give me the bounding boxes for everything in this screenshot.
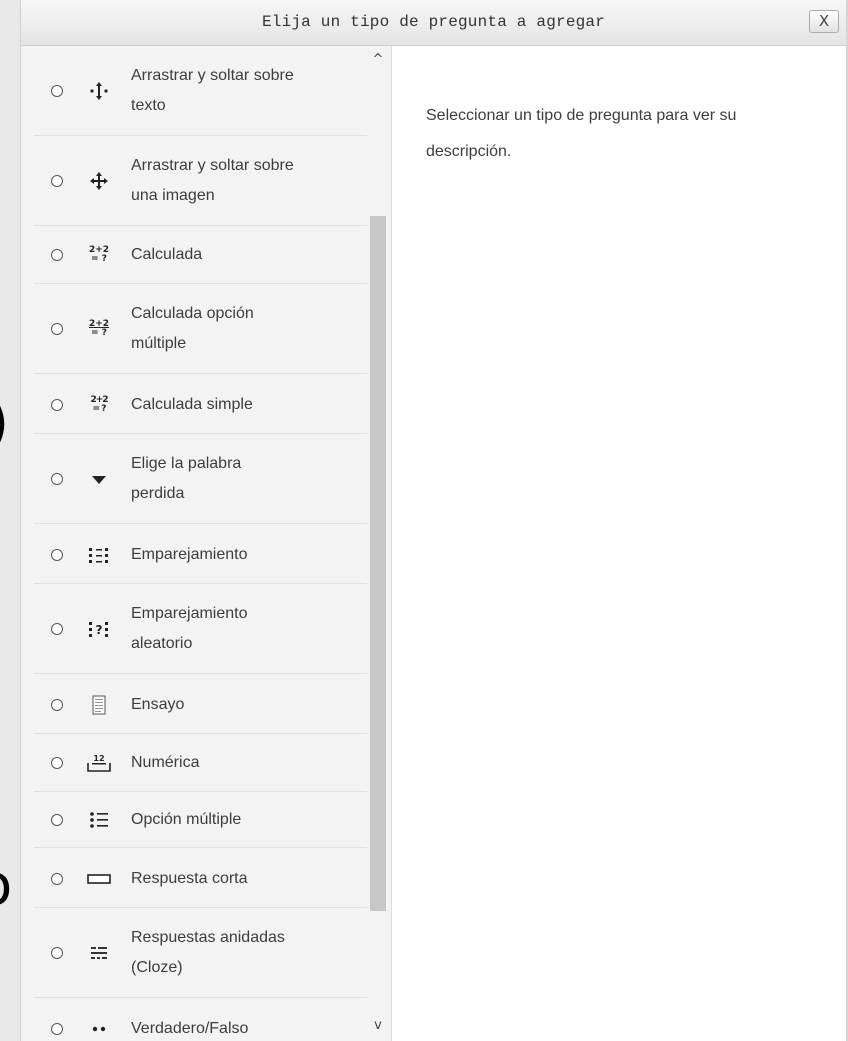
radio-button[interactable] bbox=[51, 699, 63, 711]
option-label: Elige la palabra perdida bbox=[131, 455, 242, 502]
question-type-option[interactable]: Ensayo bbox=[34, 674, 367, 734]
question-type-option[interactable]: Elige la palabra perdida bbox=[34, 434, 367, 524]
option-label: Respuesta corta bbox=[131, 870, 248, 887]
random-matching-icon: ? bbox=[86, 618, 112, 640]
question-type-option[interactable]: Arrastrar y soltar sobre una imagen bbox=[34, 136, 367, 226]
drag-drop-image-icon bbox=[86, 170, 112, 192]
drag-drop-text-icon bbox=[86, 80, 112, 102]
cloze-icon bbox=[86, 942, 112, 964]
close-button[interactable]: X bbox=[809, 10, 839, 33]
calculated-multichoice-icon: 2+2 = ? bbox=[88, 319, 110, 338]
question-type-option[interactable]: Opción múltiple bbox=[34, 792, 367, 848]
radio-button[interactable] bbox=[51, 873, 63, 885]
question-type-option[interactable]: ? Emparejamiento aleatorio bbox=[34, 584, 367, 674]
question-type-option[interactable]: Respuestas anidadas (Cloze) bbox=[34, 908, 367, 998]
option-label: Calculada simple bbox=[131, 396, 253, 413]
radio-button[interactable] bbox=[51, 757, 63, 769]
option-label: Arrastrar y soltar sobre una imagen bbox=[131, 157, 294, 204]
radio-button[interactable] bbox=[51, 85, 63, 97]
question-type-option[interactable]: 2+2 = ? Calculada bbox=[34, 226, 367, 284]
option-label: Ensayo bbox=[131, 696, 185, 713]
list-scrollbar[interactable]: ^ v bbox=[367, 46, 389, 1041]
scroll-down-arrow-icon[interactable]: v bbox=[367, 1011, 389, 1041]
option-label: Calculada bbox=[131, 246, 203, 263]
scroll-up-arrow-icon[interactable]: ^ bbox=[367, 46, 389, 76]
description-text: Seleccionar un tipo de pregunta para ver… bbox=[426, 107, 737, 160]
option-label: Calculada opción múltiple bbox=[131, 305, 254, 352]
true-false-icon bbox=[86, 1018, 112, 1040]
background-text-fragment: o bbox=[0, 858, 12, 914]
question-type-option[interactable]: Arrastrar y soltar sobre texto bbox=[34, 46, 367, 136]
question-type-option[interactable]: Emparejamiento bbox=[34, 524, 367, 584]
dialog-titlebar: Elija un tipo de pregunta a agregar X bbox=[21, 0, 846, 46]
matching-icon bbox=[86, 544, 112, 566]
question-type-chooser-dialog: Elija un tipo de pregunta a agregar X Ar… bbox=[20, 0, 846, 1041]
option-label: Respuestas anidadas (Cloze) bbox=[131, 929, 285, 976]
question-type-list: Arrastrar y soltar sobre texto Arrastrar … bbox=[21, 46, 392, 1041]
description-pane: Seleccionar un tipo de pregunta para ver… bbox=[393, 46, 846, 1041]
dialog-title: Elija un tipo de pregunta a agregar bbox=[261, 13, 606, 31]
radio-button[interactable] bbox=[51, 399, 63, 411]
scrollbar-thumb[interactable] bbox=[370, 216, 386, 911]
option-label: Arrastrar y soltar sobre texto bbox=[131, 67, 294, 114]
radio-button[interactable] bbox=[51, 175, 63, 187]
svg-text:?: ? bbox=[96, 623, 103, 637]
multichoice-icon bbox=[86, 809, 112, 831]
background-text-fragment: ) bbox=[0, 393, 9, 453]
radio-button[interactable] bbox=[51, 249, 63, 261]
radio-button[interactable] bbox=[51, 947, 63, 959]
question-type-option[interactable]: 2+2 = ? Calculada opción múltiple bbox=[34, 284, 367, 374]
option-label: Verdadero/Falso bbox=[131, 1020, 249, 1037]
short-answer-icon bbox=[86, 868, 112, 890]
question-type-option[interactable]: 2+2 = ? Calculada simple bbox=[34, 374, 367, 434]
option-label: Opción múltiple bbox=[131, 811, 242, 828]
svg-text:12: 12 bbox=[93, 754, 104, 763]
numerical-icon: 12 bbox=[86, 752, 112, 774]
question-type-option[interactable]: 12 Numérica bbox=[34, 734, 367, 792]
radio-button[interactable] bbox=[51, 473, 63, 485]
option-label: Emparejamiento aleatorio bbox=[131, 605, 248, 652]
question-type-option[interactable]: Respuesta corta bbox=[34, 848, 367, 908]
option-label: Emparejamiento bbox=[131, 546, 248, 563]
radio-button[interactable] bbox=[51, 814, 63, 826]
calculated-icon: 2+2 = ? bbox=[88, 245, 110, 264]
dropdown-triangle-icon bbox=[86, 468, 112, 490]
radio-button[interactable] bbox=[51, 549, 63, 561]
calculated-simple-icon: 2+2 = ? bbox=[90, 395, 108, 414]
option-label: Numérica bbox=[131, 754, 200, 771]
radio-button[interactable] bbox=[51, 1023, 63, 1035]
radio-button[interactable] bbox=[51, 623, 63, 635]
essay-icon bbox=[86, 694, 112, 716]
question-type-option[interactable]: Verdadero/Falso bbox=[34, 998, 367, 1041]
radio-button[interactable] bbox=[51, 323, 63, 335]
